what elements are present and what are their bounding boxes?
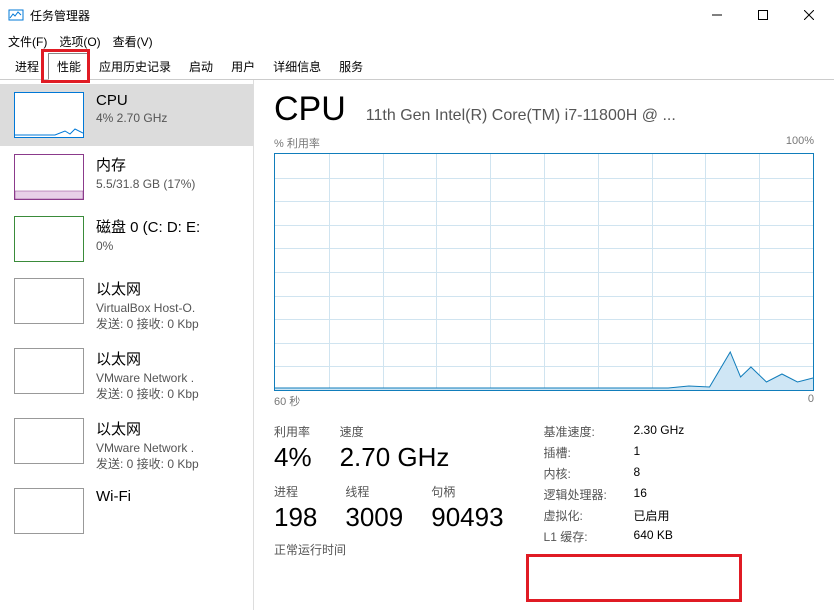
speed-lbl: 速度 xyxy=(340,423,450,440)
sidebar-sub2: 发送: 0 接收: 0 Kbp xyxy=(96,315,243,332)
speed-val: 2.70 GHz xyxy=(340,442,450,473)
thread-lbl: 线程 xyxy=(345,483,403,500)
tab-services[interactable]: 服务 xyxy=(330,53,372,79)
window-buttons xyxy=(694,0,832,30)
tab-users[interactable]: 用户 xyxy=(222,53,264,79)
sidebar-sub: 0% xyxy=(96,239,243,253)
x-right: 0 xyxy=(808,393,814,409)
sidebar-title: 磁盘 0 (C: D: E: xyxy=(96,216,243,237)
disk-thumb xyxy=(14,216,84,262)
sidebar-sub: VMware Network . xyxy=(96,441,243,455)
thread-val: 3009 xyxy=(345,502,403,533)
handle-val: 90493 xyxy=(431,502,503,533)
tab-performance[interactable]: 性能 xyxy=(48,53,90,80)
util-label: % 利用率 xyxy=(274,135,320,151)
net-thumb xyxy=(14,348,84,394)
menubar: 文件(F) 选项(O) 查看(V) xyxy=(0,30,834,52)
sidebar-title: Wi-Fi xyxy=(96,488,243,505)
menu-options[interactable]: 选项(O) xyxy=(59,33,100,50)
cpu-graph[interactable] xyxy=(274,153,814,391)
sidebar-title: 以太网 xyxy=(96,418,243,439)
cpu-details: 基准速度:2.30 GHz 插槽:1 内核:8 逻辑处理器:16 虚拟化:已启用… xyxy=(544,423,704,558)
titlebar: 任务管理器 xyxy=(0,0,834,30)
highlight-virtualization xyxy=(526,554,742,602)
sidebar-sub2: 发送: 0 接收: 0 Kbp xyxy=(96,455,243,472)
app-icon xyxy=(8,7,24,23)
sidebar-sub: 5.5/31.8 GB (17%) xyxy=(96,177,243,191)
sidebar-sub: VMware Network . xyxy=(96,371,243,385)
tab-history[interactable]: 应用历史记录 xyxy=(90,53,180,79)
sidebar-title: 以太网 xyxy=(96,278,243,299)
tab-bar: 进程 性能 应用历史记录 启动 用户 详细信息 服务 xyxy=(0,52,834,80)
sidebar-item-disk[interactable]: 磁盘 0 (C: D: E: 0% xyxy=(0,208,253,270)
tab-startup[interactable]: 启动 xyxy=(180,53,222,79)
sidebar-title: 内存 xyxy=(96,154,243,175)
sidebar-item-wifi[interactable]: Wi-Fi xyxy=(0,480,253,542)
x-left: 60 秒 xyxy=(274,393,300,409)
sidebar-item-cpu[interactable]: CPU 4% 2.70 GHz xyxy=(0,84,253,146)
sidebar-sub2: 发送: 0 接收: 0 Kbp xyxy=(96,385,243,402)
main-panel: CPU 11th Gen Intel(R) Core(TM) i7-11800H… xyxy=(254,80,834,610)
menu-file[interactable]: 文件(F) xyxy=(8,33,47,50)
proc-val: 198 xyxy=(274,502,317,533)
sidebar-title: 以太网 xyxy=(96,348,243,369)
sidebar-title: CPU xyxy=(96,92,243,109)
sidebar-item-ethernet-1[interactable]: 以太网 VirtualBox Host-O. 发送: 0 接收: 0 Kbp xyxy=(0,270,253,340)
sidebar-item-ethernet-3[interactable]: 以太网 VMware Network . 发送: 0 接收: 0 Kbp xyxy=(0,410,253,480)
minimize-button[interactable] xyxy=(694,0,740,30)
close-button[interactable] xyxy=(786,0,832,30)
util-lbl: 利用率 xyxy=(274,423,312,440)
util-val: 4% xyxy=(274,442,312,473)
tab-processes[interactable]: 进程 xyxy=(6,53,48,79)
window-title: 任务管理器 xyxy=(30,7,694,24)
cpu-model: 11th Gen Intel(R) Core(TM) i7-11800H @ .… xyxy=(366,107,814,125)
wifi-thumb xyxy=(14,488,84,534)
uptime-label: 正常运行时间 xyxy=(274,541,504,558)
tab-details[interactable]: 详细信息 xyxy=(264,53,330,79)
content: CPU 4% 2.70 GHz 内存 5.5/31.8 GB (17%) 磁盘 … xyxy=(0,80,834,610)
sidebar: CPU 4% 2.70 GHz 内存 5.5/31.8 GB (17%) 磁盘 … xyxy=(0,80,254,610)
cpu-thumb xyxy=(14,92,84,138)
proc-lbl: 进程 xyxy=(274,483,317,500)
util-max: 100% xyxy=(786,135,814,151)
net-thumb xyxy=(14,278,84,324)
cpu-heading: CPU xyxy=(274,90,346,129)
sidebar-item-ethernet-2[interactable]: 以太网 VMware Network . 发送: 0 接收: 0 Kbp xyxy=(0,340,253,410)
sidebar-item-memory[interactable]: 内存 5.5/31.8 GB (17%) xyxy=(0,146,253,208)
menu-view[interactable]: 查看(V) xyxy=(113,33,153,50)
sidebar-sub: 4% 2.70 GHz xyxy=(96,111,243,125)
net-thumb xyxy=(14,418,84,464)
sidebar-sub: VirtualBox Host-O. xyxy=(96,301,243,315)
memory-thumb xyxy=(14,154,84,200)
maximize-button[interactable] xyxy=(740,0,786,30)
handle-lbl: 句柄 xyxy=(431,483,503,500)
